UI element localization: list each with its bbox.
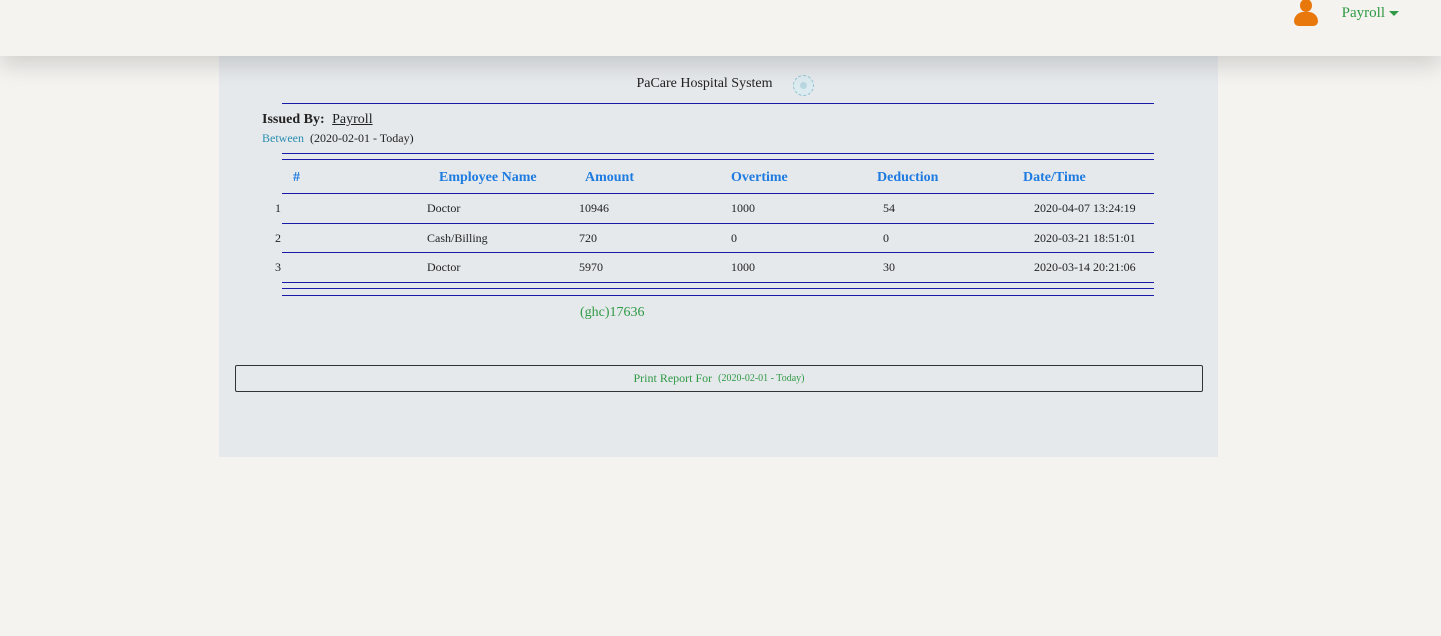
date-range: Between (2020-02-01 - Today)	[262, 131, 414, 146]
cell-employee: Cash/Billing	[427, 231, 488, 245]
issued-by-value: Payroll	[332, 112, 373, 127]
report-title: PaCare Hospital System	[636, 76, 773, 91]
cell-employee: Doctor	[427, 201, 461, 215]
column-header: Overtime	[731, 170, 788, 185]
date-range-value: (2020-02-01 - Today)	[309, 131, 414, 145]
divider	[282, 282, 1154, 283]
hospital-seal-icon	[793, 75, 814, 96]
column-header: Amount	[585, 170, 635, 185]
divider	[282, 153, 1154, 154]
issued-by-label: Issued By:	[262, 112, 325, 127]
divider	[282, 295, 1154, 296]
divider	[282, 159, 1154, 160]
issued-by: Issued By: Payroll	[262, 112, 373, 128]
between-label: Between	[262, 131, 304, 145]
cell-amount: 10946	[579, 201, 609, 215]
print-report-label: Print Report For	[633, 371, 713, 385]
print-report-button[interactable]: Print Report For (2020-02-01 - Today)	[235, 365, 1203, 392]
user-menu[interactable]: Payroll	[1292, 0, 1399, 26]
cell-index: 1	[275, 201, 281, 215]
divider	[282, 223, 1154, 224]
cell-overtime: 0	[731, 231, 737, 245]
print-report-range: (2020-02-01 - Today)	[718, 373, 805, 384]
divider	[282, 103, 1154, 104]
cell-deduction: 30	[883, 260, 895, 274]
divider	[282, 288, 1154, 289]
column-header: Employee Name	[439, 170, 537, 185]
cell-datetime: 2020-03-14 20:21:06	[1034, 260, 1136, 274]
cell-employee: Doctor	[427, 260, 461, 274]
divider	[282, 193, 1154, 194]
cell-index: 3	[275, 260, 281, 274]
cell-datetime: 2020-03-21 18:51:01	[1034, 231, 1136, 245]
cell-amount: 720	[579, 231, 597, 245]
report-panel: PaCare Hospital System Issued By: Payrol…	[219, 56, 1218, 457]
caret-down-icon[interactable]	[1389, 10, 1399, 16]
cell-deduction: 54	[883, 201, 895, 215]
cell-overtime: 1000	[731, 260, 755, 274]
cell-datetime: 2020-04-07 13:24:19	[1034, 201, 1136, 215]
column-header: Deduction	[877, 170, 939, 185]
cell-index: 2	[275, 231, 281, 245]
cell-overtime: 1000	[731, 201, 755, 215]
column-header: Date/Time	[1023, 170, 1086, 185]
column-header: #	[293, 170, 300, 185]
cell-deduction: 0	[883, 231, 889, 245]
user-avatar-icon	[1292, 0, 1320, 27]
top-navbar: Payroll	[0, 0, 1441, 56]
total-amount: (ghc)17636	[580, 305, 645, 320]
user-menu-label[interactable]: Payroll	[1342, 5, 1385, 22]
divider	[282, 252, 1154, 253]
cell-amount: 5970	[579, 260, 603, 274]
